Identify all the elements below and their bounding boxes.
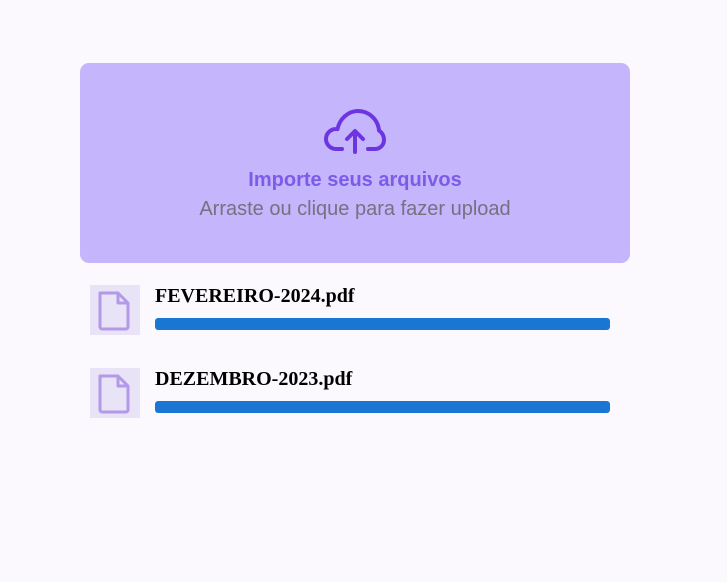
upload-progress-bar bbox=[155, 401, 610, 413]
upload-progress-fill bbox=[155, 318, 610, 330]
upload-progress-bar bbox=[155, 318, 610, 330]
file-list-item: DEZEMBRO-2023.pdf bbox=[90, 368, 610, 418]
cloud-upload-icon bbox=[324, 107, 386, 155]
file-name: FEVEREIRO-2024.pdf bbox=[155, 285, 355, 307]
file-icon bbox=[98, 374, 130, 414]
upload-progress-fill bbox=[155, 401, 610, 413]
file-list-item: FEVEREIRO-2024.pdf bbox=[90, 285, 610, 335]
file-name: DEZEMBRO-2023.pdf bbox=[155, 368, 353, 390]
upload-subtitle: Arraste ou clique para fazer upload bbox=[199, 198, 511, 220]
upload-dropzone[interactable]: Importe seus arquivos Arraste ou clique … bbox=[80, 63, 630, 263]
file-icon bbox=[98, 291, 130, 331]
upload-title: Importe seus arquivos bbox=[248, 169, 462, 191]
file-thumbnail bbox=[90, 285, 140, 335]
file-thumbnail bbox=[90, 368, 140, 418]
